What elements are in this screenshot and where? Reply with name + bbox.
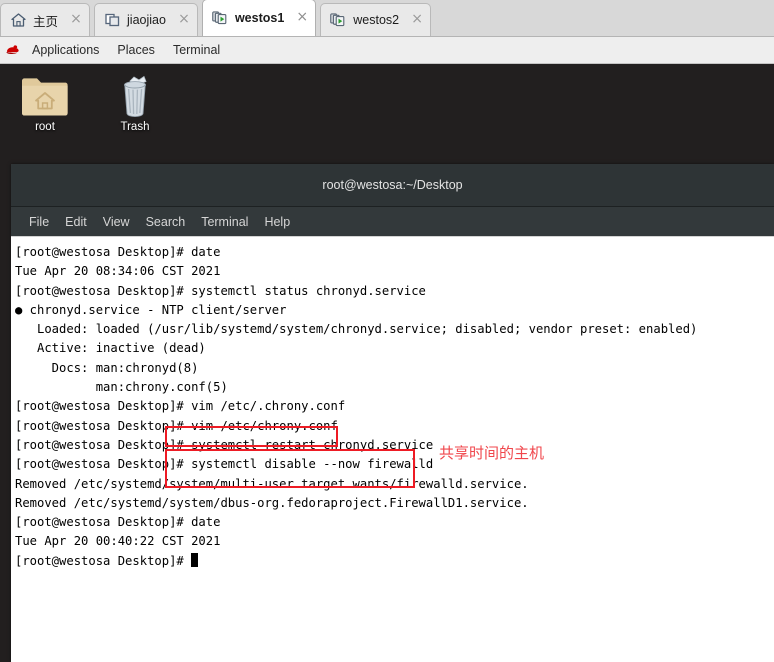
tab-jiaojiao[interactable]: jiaojiao × — [94, 3, 198, 36]
menu-applications[interactable]: Applications — [23, 43, 108, 57]
terminal-menubar: File Edit View Search Terminal Help — [11, 207, 774, 237]
terminal-line: [root@westosa Desktop]# date — [15, 515, 221, 530]
menu-help[interactable]: Help — [256, 215, 298, 229]
menu-terminal[interactable]: Terminal — [164, 43, 229, 57]
vm-running-icon — [212, 11, 227, 25]
desktop-icon-root[interactable]: root — [8, 74, 82, 133]
menu-places[interactable]: Places — [108, 43, 164, 57]
terminal-line: Removed /etc/systemd/system/dbus-org.fed… — [15, 495, 529, 510]
menu-file[interactable]: File — [21, 215, 57, 229]
terminal-cursor — [191, 552, 199, 567]
close-icon[interactable]: × — [295, 10, 309, 25]
terminal-titlebar[interactable]: root@westosa:~/Desktop — [11, 164, 774, 207]
terminal-line: ● chronyd.service - NTP client/server — [15, 302, 287, 317]
vm-running-icon — [330, 13, 345, 27]
tab-strip: 主页 × jiaojiao × westos1 × westos2 × — [0, 0, 774, 37]
menu-view[interactable]: View — [95, 215, 138, 229]
terminal-line: [root@westosa Desktop]# vim /etc/.chrony… — [15, 399, 346, 414]
close-icon[interactable]: × — [69, 12, 83, 27]
redhat-shadowman-icon — [6, 45, 19, 55]
terminal-line: Tue Apr 20 08:34:06 CST 2021 — [15, 264, 221, 279]
terminal-line: Active: inactive (dead) — [15, 341, 206, 356]
tab-label: jiaojiao — [127, 13, 166, 27]
tab-home[interactable]: 主页 × — [0, 3, 91, 36]
tab-label: westos2 — [353, 13, 400, 27]
close-icon[interactable]: × — [177, 12, 191, 27]
terminal-line: Tue Apr 20 00:40:22 CST 2021 — [15, 534, 221, 549]
menu-search[interactable]: Search — [138, 215, 194, 229]
tab-label: 主页 — [33, 14, 59, 29]
terminal-line: [root@westosa Desktop]# systemctl restar… — [15, 437, 434, 452]
menu-terminal[interactable]: Terminal — [193, 215, 256, 229]
home-folder-icon — [22, 78, 68, 116]
tab-westos2[interactable]: westos2 × — [320, 3, 432, 36]
terminal-line: [root@westosa Desktop]# systemctl disabl… — [15, 457, 434, 472]
terminal-window: root@westosa:~/Desktop File Edit View Se… — [11, 164, 774, 662]
tab-westos1[interactable]: westos1 × — [201, 0, 317, 36]
desktop-icon-trash[interactable]: Trash — [98, 74, 172, 133]
terminal-line: Loaded: loaded (/usr/lib/systemd/system/… — [15, 322, 698, 337]
gnome-top-panel: Applications Places Terminal — [0, 37, 774, 64]
trash-can-icon — [124, 75, 147, 118]
terminal-line: [root@westosa Desktop]# systemctl status… — [15, 283, 426, 298]
terminal-line: man:chrony.conf(5) — [15, 380, 228, 395]
terminal-line: [root@westosa Desktop]# vim /etc/chrony.… — [15, 418, 338, 433]
close-icon[interactable]: × — [410, 12, 424, 27]
desktop-icon-label: root — [35, 121, 55, 133]
terminal-prompt: [root@westosa Desktop]# — [15, 553, 192, 568]
terminal-output[interactable]: [root@westosa Desktop]# date Tue Apr 20 … — [11, 237, 774, 662]
menu-edit[interactable]: Edit — [57, 215, 95, 229]
terminal-title: root@westosa:~/Desktop — [322, 178, 463, 192]
terminal-line: [root@westosa Desktop]# date — [15, 245, 221, 259]
terminal-line: Docs: man:chronyd(8) — [15, 360, 199, 375]
terminal-prompt-line: [root@westosa Desktop]# — [15, 552, 774, 571]
windows-stack-icon — [105, 13, 120, 27]
desktop-icon-label: Trash — [120, 121, 150, 133]
annotation-note-shared-time-host: 共享时间的主机 — [439, 444, 545, 462]
home-icon — [11, 13, 26, 27]
tab-label: westos1 — [234, 11, 285, 25]
terminal-line: Removed /etc/systemd/system/multi-user.t… — [15, 476, 529, 491]
